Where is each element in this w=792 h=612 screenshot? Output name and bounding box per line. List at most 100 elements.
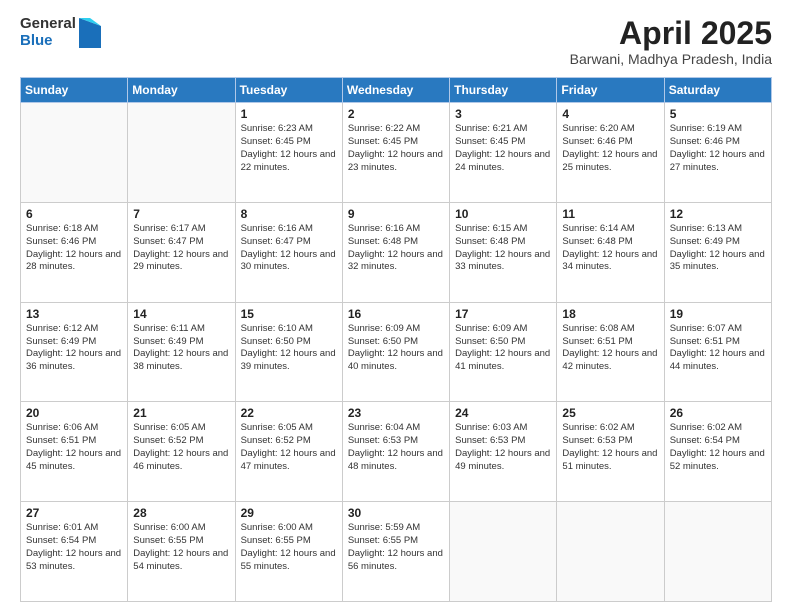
day-number: 15 xyxy=(241,307,337,321)
day-number: 2 xyxy=(348,107,444,121)
day-info: Sunrise: 6:12 AMSunset: 6:49 PMDaylight:… xyxy=(26,323,122,374)
calendar-cell: 11Sunrise: 6:14 AMSunset: 6:48 PMDayligh… xyxy=(557,202,664,302)
calendar-cell xyxy=(450,502,557,602)
day-number: 1 xyxy=(241,107,337,121)
calendar-cell xyxy=(21,103,128,203)
calendar-cell: 4 Sunrise: 6:20 AMSunset: 6:46 PMDaylight… xyxy=(557,103,664,203)
day-number: 8 xyxy=(241,207,337,221)
day-info: Sunrise: 6:19 AMSunset: 6:46 PMDaylight:… xyxy=(670,123,766,174)
logo-general: General xyxy=(20,16,76,33)
day-number: 5 xyxy=(670,107,766,121)
weekday-header-row: SundayMondayTuesdayWednesdayThursdayFrid… xyxy=(21,78,772,103)
calendar-week-row: 6Sunrise: 6:18 AMSunset: 6:46 PMDaylight… xyxy=(21,202,772,302)
day-number: 25 xyxy=(562,406,658,420)
calendar-cell: 26 Sunrise: 6:02 AMSunset: 6:54 PMDayligh… xyxy=(664,402,771,502)
calendar-cell: 5 Sunrise: 6:19 AMSunset: 6:46 PMDaylight… xyxy=(664,103,771,203)
day-info: Sunrise: 6:03 AMSunset: 6:53 PMDaylight:… xyxy=(455,422,551,473)
calendar-cell: 13 Sunrise: 6:12 AMSunset: 6:49 PMDayligh… xyxy=(21,302,128,402)
calendar-cell: 24 Sunrise: 6:03 AMSunset: 6:53 PMDayligh… xyxy=(450,402,557,502)
logo-blue: Blue xyxy=(20,33,76,50)
weekday-header-sunday: Sunday xyxy=(21,78,128,103)
weekday-header-friday: Friday xyxy=(557,78,664,103)
day-info: Sunrise: 6:05 AMSunset: 6:52 PMDaylight:… xyxy=(241,422,337,473)
calendar-cell: 30 Sunrise: 5:59 AMSunset: 6:55 PMDayligh… xyxy=(342,502,449,602)
day-info: Sunrise: 6:01 AMSunset: 6:54 PMDaylight:… xyxy=(26,522,122,573)
day-number: 10 xyxy=(455,207,551,221)
calendar-cell: 28Sunrise: 6:00 AMSunset: 6:55 PMDayligh… xyxy=(128,502,235,602)
calendar-week-row: 1 Sunrise: 6:23 AMSunset: 6:45 PMDaylight… xyxy=(21,103,772,203)
day-info: Sunrise: 6:00 AMSunset: 6:55 PMDaylight:… xyxy=(241,522,337,573)
calendar-week-row: 20Sunrise: 6:06 AMSunset: 6:51 PMDayligh… xyxy=(21,402,772,502)
day-info: Sunrise: 6:23 AMSunset: 6:45 PMDaylight:… xyxy=(241,123,337,174)
day-number: 16 xyxy=(348,307,444,321)
day-info: Sunrise: 6:20 AMSunset: 6:46 PMDaylight:… xyxy=(562,123,658,174)
day-number: 17 xyxy=(455,307,551,321)
calendar-cell: 23 Sunrise: 6:04 AMSunset: 6:53 PMDayligh… xyxy=(342,402,449,502)
day-info: Sunrise: 6:13 AMSunset: 6:49 PMDaylight:… xyxy=(670,223,766,274)
day-number: 14 xyxy=(133,307,229,321)
day-info: Sunrise: 6:11 AMSunset: 6:49 PMDaylight:… xyxy=(133,323,229,374)
day-info: Sunrise: 6:02 AMSunset: 6:54 PMDaylight:… xyxy=(670,422,766,473)
calendar-cell: 15 Sunrise: 6:10 AMSunset: 6:50 PMDayligh… xyxy=(235,302,342,402)
calendar-cell: 10 Sunrise: 6:15 AMSunset: 6:48 PMDayligh… xyxy=(450,202,557,302)
weekday-header-saturday: Saturday xyxy=(664,78,771,103)
day-number: 4 xyxy=(562,107,658,121)
day-number: 7 xyxy=(133,207,229,221)
day-number: 28 xyxy=(133,506,229,520)
day-number: 22 xyxy=(241,406,337,420)
day-number: 19 xyxy=(670,307,766,321)
calendar-cell: 2Sunrise: 6:22 AMSunset: 6:45 PMDaylight… xyxy=(342,103,449,203)
calendar-cell xyxy=(557,502,664,602)
day-info: Sunrise: 6:04 AMSunset: 6:53 PMDaylight:… xyxy=(348,422,444,473)
calendar-cell: 14 Sunrise: 6:11 AMSunset: 6:49 PMDayligh… xyxy=(128,302,235,402)
calendar-cell: 7Sunrise: 6:17 AMSunset: 6:47 PMDaylight… xyxy=(128,202,235,302)
day-number: 24 xyxy=(455,406,551,420)
day-number: 29 xyxy=(241,506,337,520)
logo: General Blue xyxy=(20,16,101,49)
day-number: 26 xyxy=(670,406,766,420)
calendar-cell: 18 Sunrise: 6:08 AMSunset: 6:51 PMDayligh… xyxy=(557,302,664,402)
day-number: 18 xyxy=(562,307,658,321)
day-info: Sunrise: 6:09 AMSunset: 6:50 PMDaylight:… xyxy=(455,323,551,374)
calendar-cell: 8 Sunrise: 6:16 AMSunset: 6:47 PMDaylight… xyxy=(235,202,342,302)
day-info: Sunrise: 6:07 AMSunset: 6:51 PMDaylight:… xyxy=(670,323,766,374)
calendar-cell: 12 Sunrise: 6:13 AMSunset: 6:49 PMDayligh… xyxy=(664,202,771,302)
calendar-cell: 6Sunrise: 6:18 AMSunset: 6:46 PMDaylight… xyxy=(21,202,128,302)
day-info: Sunrise: 6:10 AMSunset: 6:50 PMDaylight:… xyxy=(241,323,337,374)
calendar-cell: 21Sunrise: 6:05 AMSunset: 6:52 PMDayligh… xyxy=(128,402,235,502)
calendar-cell: 3Sunrise: 6:21 AMSunset: 6:45 PMDaylight… xyxy=(450,103,557,203)
subtitle: Barwani, Madhya Pradesh, India xyxy=(570,51,772,67)
day-info: Sunrise: 6:15 AMSunset: 6:48 PMDaylight:… xyxy=(455,223,551,274)
day-info: Sunrise: 6:06 AMSunset: 6:51 PMDaylight:… xyxy=(26,422,122,473)
calendar-week-row: 13 Sunrise: 6:12 AMSunset: 6:49 PMDayligh… xyxy=(21,302,772,402)
calendar-table: SundayMondayTuesdayWednesdayThursdayFrid… xyxy=(20,77,772,602)
day-number: 30 xyxy=(348,506,444,520)
weekday-header-wednesday: Wednesday xyxy=(342,78,449,103)
day-info: Sunrise: 6:09 AMSunset: 6:50 PMDaylight:… xyxy=(348,323,444,374)
day-info: Sunrise: 6:16 AMSunset: 6:47 PMDaylight:… xyxy=(241,223,337,274)
day-number: 13 xyxy=(26,307,122,321)
weekday-header-tuesday: Tuesday xyxy=(235,78,342,103)
page: General Blue April 2025 Barwani, Madhya … xyxy=(0,0,792,612)
calendar-cell: 17 Sunrise: 6:09 AMSunset: 6:50 PMDayligh… xyxy=(450,302,557,402)
day-info: Sunrise: 5:59 AMSunset: 6:55 PMDaylight:… xyxy=(348,522,444,573)
calendar-cell: 19 Sunrise: 6:07 AMSunset: 6:51 PMDayligh… xyxy=(664,302,771,402)
day-info: Sunrise: 6:14 AMSunset: 6:48 PMDaylight:… xyxy=(562,223,658,274)
calendar-cell: 25 Sunrise: 6:02 AMSunset: 6:53 PMDayligh… xyxy=(557,402,664,502)
month-title: April 2025 xyxy=(570,16,772,51)
day-number: 9 xyxy=(348,207,444,221)
header: General Blue April 2025 Barwani, Madhya … xyxy=(20,16,772,67)
day-number: 23 xyxy=(348,406,444,420)
calendar-cell: 27Sunrise: 6:01 AMSunset: 6:54 PMDayligh… xyxy=(21,502,128,602)
calendar-week-row: 27Sunrise: 6:01 AMSunset: 6:54 PMDayligh… xyxy=(21,502,772,602)
calendar-cell xyxy=(664,502,771,602)
calendar-cell: 22 Sunrise: 6:05 AMSunset: 6:52 PMDayligh… xyxy=(235,402,342,502)
logo-icon xyxy=(79,18,101,48)
weekday-header-monday: Monday xyxy=(128,78,235,103)
day-number: 12 xyxy=(670,207,766,221)
calendar-cell xyxy=(128,103,235,203)
day-info: Sunrise: 6:08 AMSunset: 6:51 PMDaylight:… xyxy=(562,323,658,374)
day-info: Sunrise: 6:02 AMSunset: 6:53 PMDaylight:… xyxy=(562,422,658,473)
calendar-cell: 29 Sunrise: 6:00 AMSunset: 6:55 PMDayligh… xyxy=(235,502,342,602)
calendar-cell: 1 Sunrise: 6:23 AMSunset: 6:45 PMDaylight… xyxy=(235,103,342,203)
